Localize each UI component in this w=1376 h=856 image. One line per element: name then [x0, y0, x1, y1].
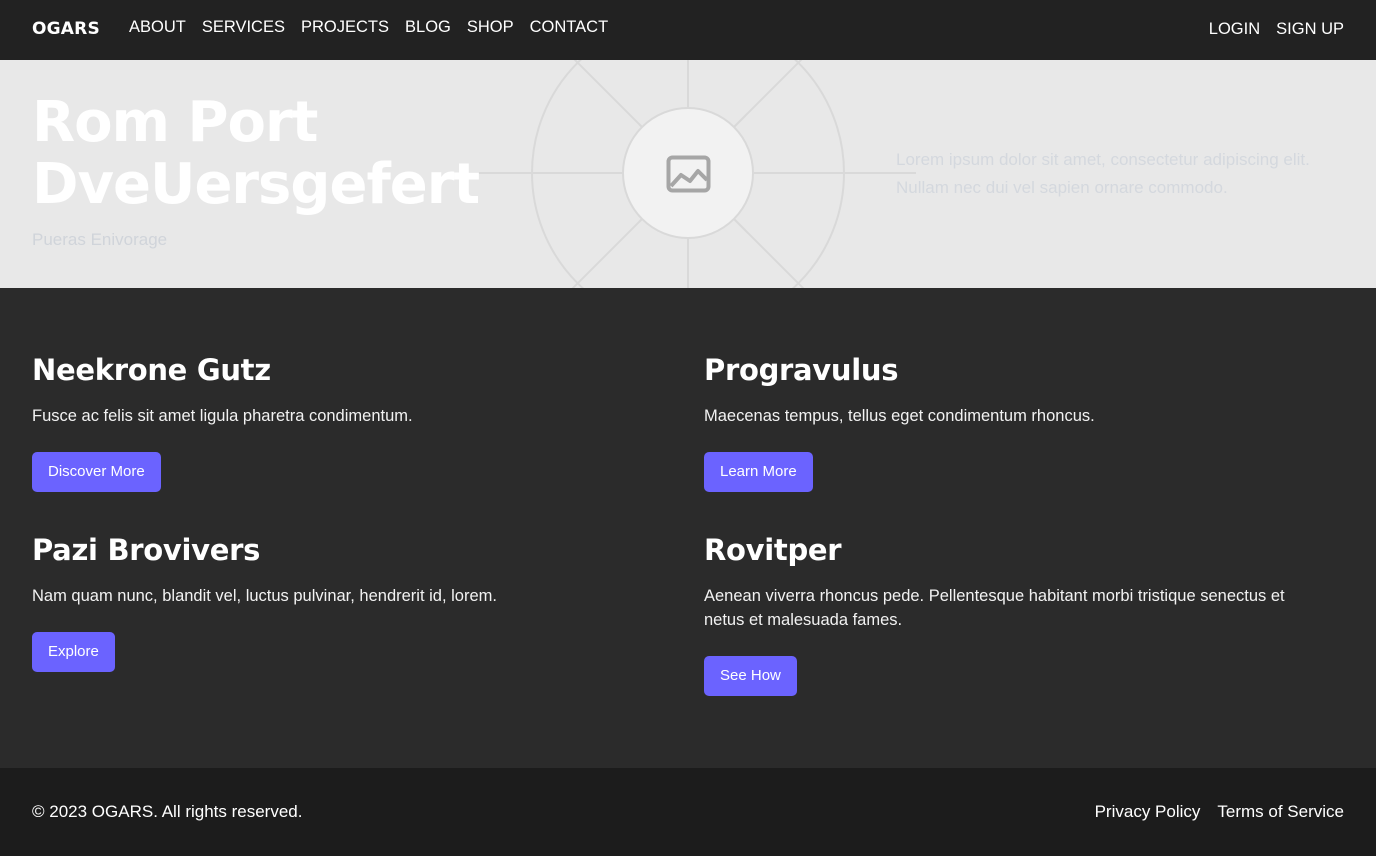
top-navigation: OGARS ABOUT SERVICES PROJECTS BLOG SHOP …	[0, 0, 1376, 60]
feature-card: Progravulus Maecenas tempus, tellus eget…	[704, 352, 1344, 492]
nav-link-blog[interactable]: BLOG	[405, 18, 451, 37]
card-text: Fusce ac felis sit amet ligula pharetra …	[32, 407, 413, 425]
feature-card: Rovitper Aenean viverra rhoncus pede. Pe…	[704, 532, 1324, 696]
hero-section: Rom Port DveUersgefert Pueras Enivorage …	[0, 60, 1376, 288]
auth-links: LOGIN SIGN UP	[1209, 20, 1344, 39]
image-placeholder-icon	[666, 155, 711, 193]
nav-link-about[interactable]: ABOUT	[129, 18, 186, 37]
feature-card: Neekrone Gutz Fusce ac felis sit amet li…	[32, 352, 672, 492]
see-how-button[interactable]: See How	[704, 656, 797, 696]
nav-link-shop[interactable]: SHOP	[467, 18, 514, 37]
hero-description: Lorem ipsum dolor sit amet, consectetur …	[896, 150, 1310, 197]
learn-more-button[interactable]: Learn More	[704, 452, 813, 492]
nav-link-projects[interactable]: PROJECTS	[301, 18, 389, 37]
copyright-text: © 2023 OGARS. All rights reserved.	[32, 802, 303, 821]
hero-title-line2: DveUersgefert	[32, 152, 480, 217]
main-nav: ABOUT SERVICES PROJECTS BLOG SHOP CONTAC…	[129, 18, 608, 37]
privacy-policy-link[interactable]: Privacy Policy	[1095, 802, 1201, 822]
card-text: Maecenas tempus, tellus eget condimentum…	[704, 407, 1095, 425]
explore-button[interactable]: Explore	[32, 632, 115, 672]
hero-title-line1: Rom Port	[32, 90, 318, 155]
discover-more-button[interactable]: Discover More	[32, 452, 161, 492]
card-title: Rovitper	[704, 533, 842, 567]
card-title: Progravulus	[704, 353, 899, 387]
nav-link-contact[interactable]: CONTACT	[530, 18, 609, 37]
card-text: Nam quam nunc, blandit vel, luctus pulvi…	[32, 587, 497, 605]
card-text: Aenean viverra rhoncus pede. Pellentesqu…	[704, 587, 1285, 629]
features-section: Neekrone Gutz Fusce ac felis sit amet li…	[0, 288, 1376, 768]
signup-link[interactable]: SIGN UP	[1276, 20, 1344, 39]
card-title: Neekrone Gutz	[32, 353, 271, 387]
hero-subtitle: Pueras Enivorage	[32, 230, 168, 249]
feature-card: Pazi Brovivers Nam quam nunc, blandit ve…	[32, 532, 672, 672]
footer-links: Privacy Policy Terms of Service	[1095, 802, 1344, 822]
nav-link-services[interactable]: SERVICES	[202, 18, 285, 37]
terms-of-service-link[interactable]: Terms of Service	[1217, 802, 1344, 822]
card-title: Pazi Brovivers	[32, 533, 261, 567]
brand-logo[interactable]: OGARS	[32, 19, 100, 39]
login-link[interactable]: LOGIN	[1209, 20, 1260, 39]
hero-title: Rom Port DveUersgefert	[32, 90, 480, 217]
page-footer: © 2023 OGARS. All rights reserved. Priva…	[0, 768, 1376, 856]
